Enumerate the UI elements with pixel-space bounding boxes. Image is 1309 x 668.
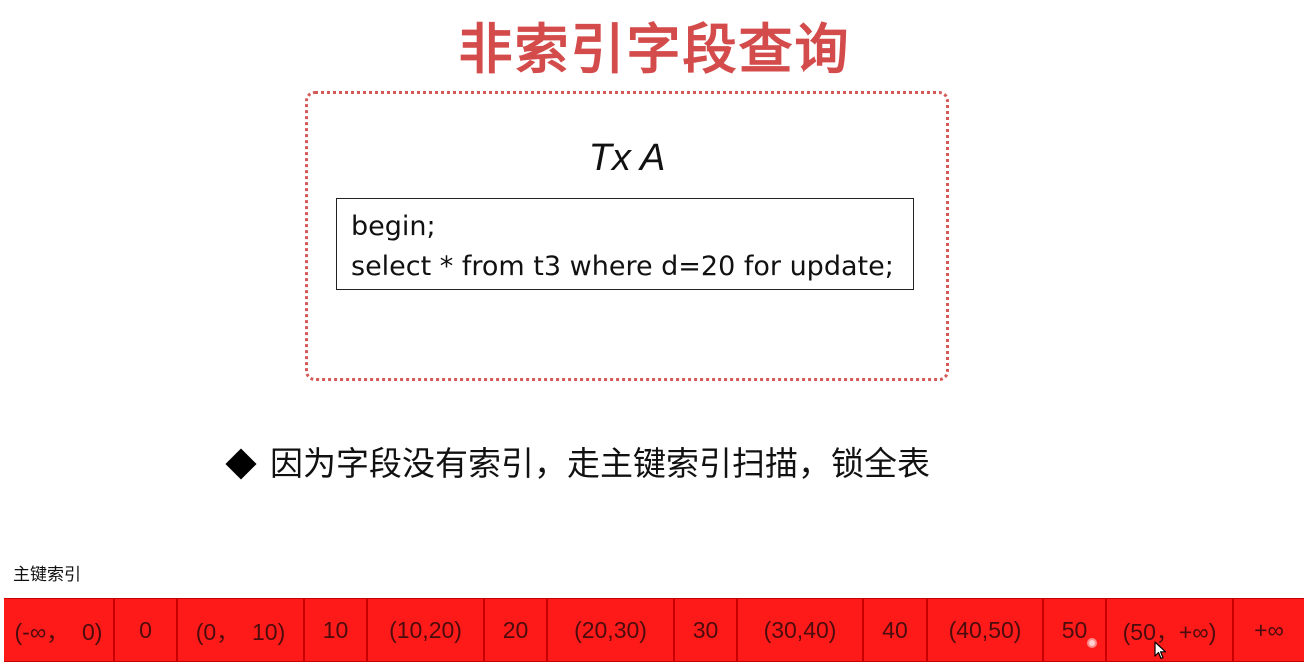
index-cell: (40,50)	[928, 599, 1044, 661]
bullet-text: 因为字段没有索引，走主键索引扫描，锁全表	[270, 444, 930, 483]
bullet-point: 因为字段没有索引，走主键索引扫描，锁全表	[224, 438, 930, 490]
index-cell: (0， 10)	[178, 599, 305, 661]
diamond-bullet-icon	[225, 448, 257, 480]
mouse-cursor-icon	[1154, 641, 1167, 660]
transaction-name: Tx A	[588, 137, 666, 179]
index-label: 主键索引	[13, 565, 81, 585]
index-cell: 0	[115, 599, 178, 661]
index-cell: 40	[864, 599, 928, 661]
index-cell: 10	[305, 599, 368, 661]
index-cell: (30,40)	[738, 599, 864, 661]
sql-code-block: begin; select * from t3 where d=20 for u…	[336, 198, 914, 290]
index-cell: (-∞， 0)	[4, 599, 115, 661]
index-cell: 50	[1044, 599, 1107, 661]
transaction-box: Tx A begin; select * from t3 where d=20 …	[305, 91, 949, 381]
index-cell: 20	[485, 599, 548, 661]
primary-key-index-bar: (-∞， 0) 0 (0， 10) 10 (10,20) 20 (20,30) …	[4, 598, 1304, 662]
index-cell: (10,20)	[368, 599, 485, 661]
index-cell: (50，+∞)	[1107, 599, 1234, 661]
slide-title: 非索引字段查询	[458, 18, 851, 81]
recording-dot-icon	[1087, 638, 1097, 648]
index-cell: 30	[675, 599, 738, 661]
index-cell: +∞	[1254, 616, 1284, 643]
index-cell: (20,30)	[548, 599, 675, 661]
